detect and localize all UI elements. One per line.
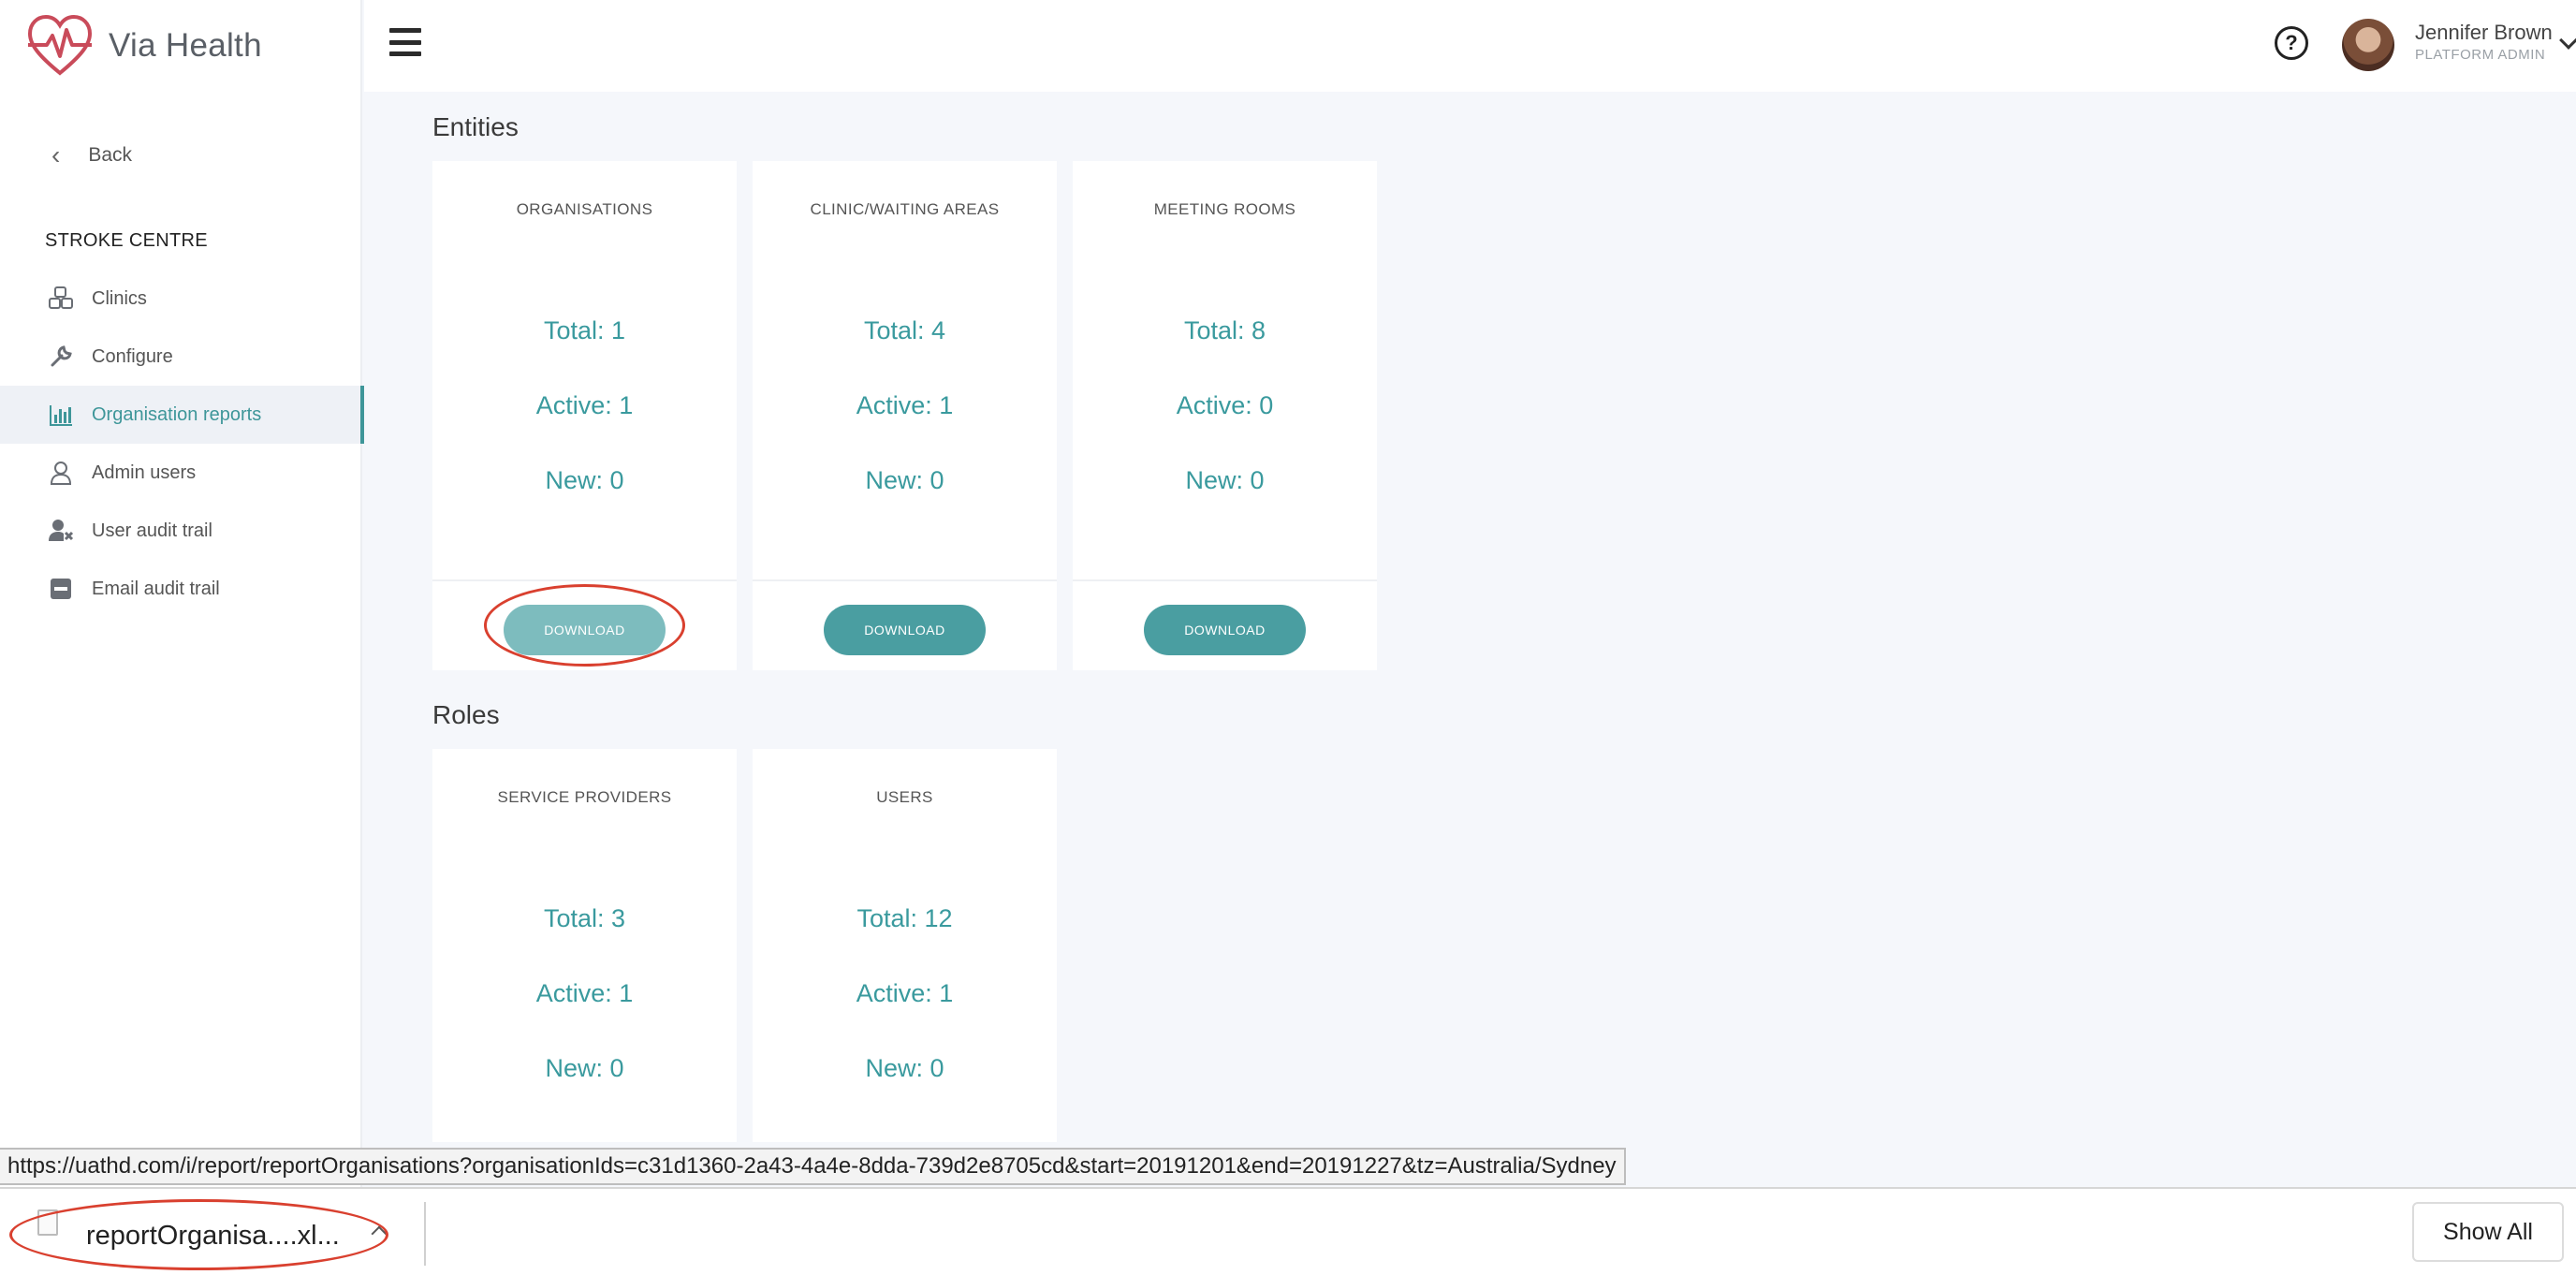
stat-new: New: 0 — [545, 466, 624, 494]
highlight-annotation — [9, 1199, 388, 1270]
stat-total: Total: 8 — [1183, 316, 1266, 344]
highlight-annotation — [484, 584, 685, 667]
stat-active: Active: 1 — [856, 391, 954, 419]
stat-new: New: 0 — [1185, 466, 1265, 494]
sidebar-item-label: Clinics — [92, 287, 147, 309]
minus-square-icon — [47, 575, 75, 603]
card-title: CLINIC/WAITING AREAS — [810, 200, 1000, 218]
user-icon — [47, 459, 75, 487]
stat-active: Active: 1 — [535, 979, 634, 1007]
show-all-button[interactable]: Show All — [2412, 1202, 2564, 1262]
sidebar-item-label: Admin users — [92, 462, 197, 483]
stat-total: Total: 1 — [543, 316, 626, 344]
stat-active: Active: 1 — [856, 979, 954, 1007]
stat-total: Total: 12 — [856, 904, 953, 932]
back-link[interactable]: ‹ Back — [51, 139, 132, 172]
card-title: USERS — [876, 788, 933, 806]
sidebar-item-label: Organisation reports — [92, 403, 262, 425]
sidebar-item-organisation-reports[interactable]: Organisation reports — [0, 386, 364, 444]
card-divider — [432, 579, 737, 581]
card-clinic-waiting-areas: CLINIC/WAITING AREAS Total: 4 Active: 1 … — [753, 161, 1057, 670]
stat-active: Active: 0 — [1176, 391, 1274, 419]
user-role: PLATFORM ADMIN — [2415, 47, 2546, 63]
stat-new: New: 0 — [545, 1054, 624, 1082]
status-bar-url: https://uathd.com/i/report/reportOrganis… — [0, 1148, 1626, 1185]
heart-logo-icon — [27, 14, 93, 76]
chevron-down-icon[interactable] — [2559, 31, 2576, 50]
avatar[interactable] — [2342, 19, 2394, 71]
chevron-left-icon: ‹ — [51, 140, 61, 169]
user-x-icon — [47, 517, 75, 545]
brand-name: Via Health — [109, 27, 262, 64]
help-icon[interactable]: ? — [2275, 26, 2308, 60]
sidebar: Via Health ‹ Back STROKE CENTRE Clinics … — [0, 0, 364, 1275]
wrench-icon — [47, 343, 75, 371]
sidebar-item-user-audit-trail[interactable]: User audit trail — [0, 502, 362, 560]
stat-total: Total: 3 — [543, 904, 626, 932]
sidebar-item-email-audit-trail[interactable]: Email audit trail — [0, 560, 362, 618]
card-users: USERS Total: 12 Active: 1 New: 0 — [753, 749, 1057, 1142]
roles-heading: Roles — [432, 700, 500, 729]
card-meeting-rooms: MEETING ROOMS Total: 8 Active: 0 New: 0 … — [1073, 161, 1377, 670]
user-name[interactable]: Jennifer Brown — [2415, 21, 2553, 45]
sidebar-item-label: User audit trail — [92, 520, 212, 541]
sidebar-section-title: STROKE CENTRE — [45, 230, 208, 251]
sidebar-item-label: Configure — [92, 345, 173, 367]
sidebar-nav: Clinics Configure Organisation reports A… — [0, 270, 364, 618]
card-title: MEETING ROOMS — [1153, 200, 1296, 218]
back-label: Back — [88, 144, 133, 166]
card-service-providers: SERVICE PROVIDERS Total: 3 Active: 1 New… — [432, 749, 737, 1142]
sidebar-item-admin-users[interactable]: Admin users — [0, 444, 362, 502]
download-button[interactable]: DOWNLOAD — [1144, 605, 1306, 655]
divider — [424, 1202, 426, 1266]
logo[interactable]: Via Health — [26, 13, 262, 79]
cubes-icon — [47, 285, 75, 313]
card-divider — [1073, 579, 1377, 581]
card-divider — [753, 579, 1057, 581]
top-header: ? Jennifer Brown PLATFORM ADMIN — [364, 0, 2576, 92]
download-button[interactable]: DOWNLOAD — [824, 605, 986, 655]
card-title: SERVICE PROVIDERS — [497, 788, 672, 806]
sidebar-item-configure[interactable]: Configure — [0, 328, 362, 386]
sidebar-item-label: Email audit trail — [92, 578, 220, 599]
bar-chart-icon — [47, 401, 75, 429]
stat-active: Active: 1 — [535, 391, 634, 419]
entities-heading: Entities — [432, 112, 519, 141]
stat-total: Total: 4 — [863, 316, 946, 344]
card-title: ORGANISATIONS — [516, 200, 653, 218]
sidebar-item-clinics[interactable]: Clinics — [0, 270, 362, 328]
stat-new: New: 0 — [865, 1054, 944, 1082]
hamburger-menu-icon[interactable] — [389, 28, 421, 56]
stat-new: New: 0 — [865, 466, 944, 494]
